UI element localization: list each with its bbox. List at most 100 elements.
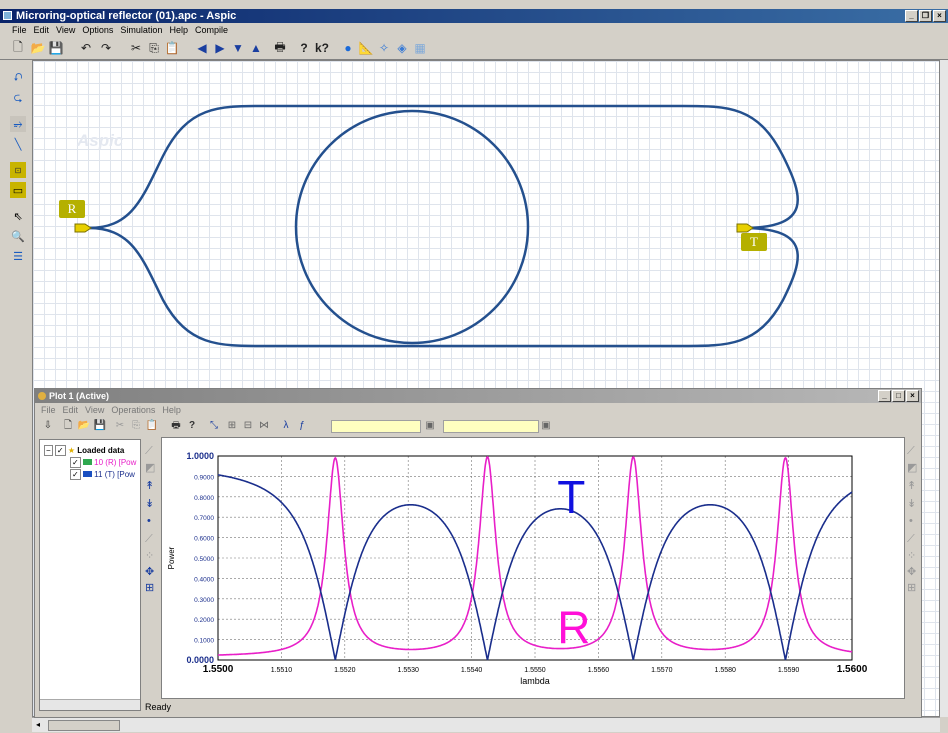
collapse-icon[interactable]: − [44, 445, 53, 456]
open-folder-icon[interactable]: 📂 [30, 40, 46, 56]
flip-vertical-icon[interactable]: ▼ [230, 40, 246, 56]
save-icon[interactable]: 💾 [48, 40, 64, 56]
frequency-icon[interactable]: ƒ [295, 419, 309, 433]
scatter-icon[interactable]: ⁘ [145, 549, 154, 562]
marker-icon[interactable]: ⤡ [207, 419, 221, 433]
chart-area[interactable]: 1.5500 1.5510 1.5520 1.5530 1.5540 1.5550 1.55… [161, 437, 905, 699]
zoom-tool-icon[interactable]: 🔍 [10, 228, 26, 244]
x-value-field[interactable] [331, 420, 421, 433]
plot-print-icon[interactable]: 🖶 [169, 419, 183, 433]
pan-icon[interactable]: ✥ [145, 565, 154, 578]
plot-help-icon[interactable]: ? [185, 419, 199, 433]
simulate-sphere-icon[interactable]: ● [340, 40, 356, 56]
marker-up-icon[interactable]: ↟ [145, 479, 154, 492]
checkbox-r[interactable]: ✓ [70, 457, 81, 468]
context-help-icon[interactable]: k? [314, 40, 330, 56]
plot-new-icon[interactable]: 🗋 [61, 419, 75, 433]
pointer-tool-icon[interactable]: ⇖ [10, 208, 26, 224]
tree-item-t[interactable]: ✓ 11 (T) [Pow [70, 469, 135, 480]
right-point-icon[interactable]: • [909, 515, 913, 527]
analysis-icon[interactable]: ✧ [376, 40, 392, 56]
right-fill-icon[interactable]: ◩ [907, 461, 917, 474]
right-up-icon[interactable]: ↟ [907, 479, 916, 492]
canvas-horizontal-scrollbar[interactable]: ◂ [32, 717, 940, 732]
port-tool-icon[interactable]: ⊡ [10, 162, 26, 178]
data-tree[interactable]: − ✓ ★ Loaded data ✓ 10 (R) [Pow ✓ 11 (T)… [39, 439, 141, 711]
straight-tool-icon[interactable]: ╲ [10, 136, 26, 152]
plot-cut-icon[interactable]: ✂ [113, 419, 127, 433]
paste-icon[interactable]: 📋 [164, 40, 180, 56]
marker-down-icon[interactable]: ↡ [145, 497, 154, 510]
plot-menu-edit[interactable]: Edit [63, 404, 79, 416]
tree-hscroll[interactable] [40, 699, 140, 710]
fit-y-icon[interactable]: ⊟ [241, 419, 255, 433]
flip-horizontal-icon[interactable]: ▲ [248, 40, 264, 56]
menu-compile[interactable]: Compile [195, 23, 228, 37]
menu-file[interactable]: File [12, 23, 27, 37]
checkbox-root[interactable]: ✓ [54, 445, 66, 456]
point-icon[interactable]: • [147, 515, 151, 527]
checkbox-t[interactable]: ✓ [70, 469, 81, 480]
rotate-left-icon[interactable]: ◀ [194, 40, 210, 56]
right-scatter-icon[interactable]: ⁘ [907, 549, 916, 562]
fit-x-icon[interactable]: ⊞ [225, 419, 239, 433]
plot-maximize-button[interactable]: □ [892, 390, 905, 402]
waveguide-tool-icon[interactable]: ⮏ [10, 70, 26, 86]
y-value-field[interactable] [443, 420, 539, 433]
zoom-box-icon[interactable]: ⊞ [145, 581, 154, 594]
pin-icon[interactable]: ⇩ [41, 419, 55, 433]
plot-menu-view[interactable]: View [85, 404, 104, 416]
new-file-icon[interactable]: 🗋 [10, 40, 26, 56]
plot-close-button[interactable]: × [906, 390, 919, 402]
copy-icon[interactable]: ⎘ [146, 40, 162, 56]
scroll-thumb[interactable] [48, 720, 120, 731]
undo-icon[interactable]: ↶ [78, 40, 94, 56]
right-down-icon[interactable]: ↡ [907, 497, 916, 510]
menu-simulation[interactable]: Simulation [120, 23, 162, 37]
menu-view[interactable]: View [56, 23, 75, 37]
restore-button[interactable]: ❐ [919, 10, 932, 22]
tree-root[interactable]: − ✓ ★ Loaded data [44, 445, 124, 456]
label-tool-icon[interactable]: ▭ [10, 182, 26, 198]
right-pan-icon[interactable]: ✥ [907, 565, 916, 578]
plot-copy-icon[interactable]: ⎘ [129, 419, 143, 433]
plot-paste-icon[interactable]: 📋 [145, 419, 159, 433]
plot-axes-icon[interactable]: 📐 [358, 40, 374, 56]
redo-icon[interactable]: ↷ [98, 40, 114, 56]
line-icon[interactable]: ⟋ [145, 533, 153, 546]
coupler-tool-icon[interactable]: ⥴ [10, 116, 26, 132]
x-field-button[interactable]: ▣ [423, 419, 437, 433]
menu-options[interactable]: Options [82, 23, 113, 37]
menu-help[interactable]: Help [169, 23, 188, 37]
properties-tool-icon[interactable]: ☰ [10, 248, 26, 264]
plot-menu-file[interactable]: File [41, 404, 56, 416]
cut-icon[interactable]: ✂ [128, 40, 144, 56]
plot-save-icon[interactable]: 💾 [93, 419, 107, 433]
rotate-right-icon[interactable]: ▶ [212, 40, 228, 56]
plot-menu-help[interactable]: Help [162, 404, 181, 416]
port-label-r[interactable]: R [59, 200, 85, 218]
right-edit-icon[interactable]: ⟋ [907, 445, 915, 458]
port-label-t[interactable]: T [741, 233, 767, 251]
help-icon[interactable]: ? [296, 40, 312, 56]
fit-all-icon[interactable]: ⋈ [257, 419, 271, 433]
right-zoom-icon[interactable]: ⊞ [907, 581, 916, 594]
plot-open-icon[interactable]: 📂 [77, 419, 91, 433]
fill-icon[interactable]: ◩ [145, 461, 155, 474]
plot-menu-operations[interactable]: Operations [111, 404, 155, 416]
right-line-icon[interactable]: ⟋ [907, 533, 915, 546]
plot-minimize-button[interactable]: _ [878, 390, 891, 402]
scroll-left-icon[interactable]: ◂ [36, 720, 44, 729]
lambda-icon[interactable]: λ [279, 419, 293, 433]
component-icon[interactable]: ◈ [394, 40, 410, 56]
close-button[interactable]: × [933, 10, 946, 22]
canvas-vertical-scrollbar[interactable] [940, 60, 948, 717]
bend-tool-icon[interactable]: ⮎ [10, 90, 26, 106]
print-icon[interactable]: 🖶 [272, 40, 288, 56]
menu-edit[interactable]: Edit [34, 23, 50, 37]
tree-item-r[interactable]: ✓ 10 (R) [Pow [70, 457, 136, 468]
grid-icon[interactable]: ▦ [412, 40, 428, 56]
y-field-button[interactable]: ▣ [539, 419, 553, 433]
edit-curve-icon[interactable]: ⟋ [145, 445, 153, 458]
minimize-button[interactable]: _ [905, 10, 918, 22]
